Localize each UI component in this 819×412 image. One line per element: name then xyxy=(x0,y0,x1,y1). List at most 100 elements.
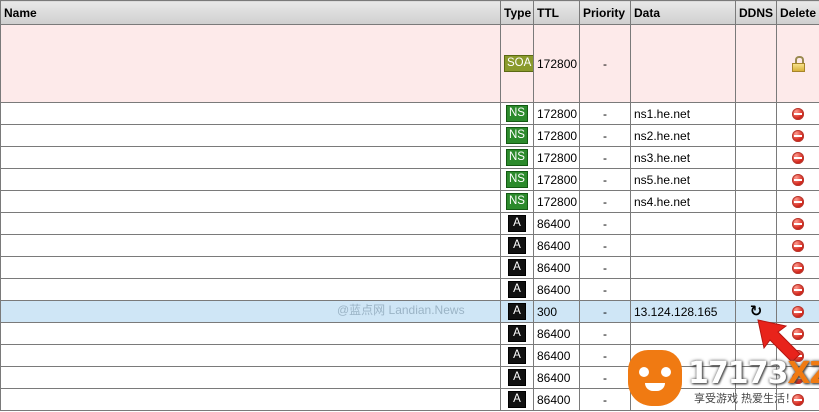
record-type-badge: A xyxy=(508,281,526,298)
record-type-badge: A xyxy=(508,391,526,408)
delete-icon[interactable] xyxy=(792,152,804,165)
logo-brand: 17173XZ xyxy=(688,356,819,391)
delete-icon[interactable] xyxy=(792,240,804,253)
record-data: ns2.he.net xyxy=(630,124,736,147)
record-name xyxy=(0,344,501,367)
record-type-badge: NS xyxy=(506,105,528,122)
lock-icon xyxy=(791,55,805,72)
record-type-badge: A xyxy=(508,215,526,232)
record-priority: - xyxy=(579,102,631,125)
record-ttl: 172800 xyxy=(533,124,580,147)
record-type-cell: A xyxy=(500,344,534,367)
record-priority: - xyxy=(579,278,631,301)
delete-icon[interactable] xyxy=(792,306,804,319)
record-priority: - xyxy=(579,234,631,257)
record-row[interactable]: NS 172800- ns1.he.net xyxy=(0,102,819,125)
record-name xyxy=(0,322,501,345)
record-data: ns5.he.net xyxy=(630,168,736,191)
record-ttl: 86400 xyxy=(533,344,580,367)
record-type-cell: A xyxy=(500,212,534,235)
delete-icon[interactable] xyxy=(792,218,804,231)
record-type-cell: NS xyxy=(500,168,534,191)
delete-icon[interactable] xyxy=(792,284,804,297)
record-ttl: 86400 xyxy=(533,388,580,411)
col-header-ddns[interactable]: DDNS xyxy=(735,0,777,25)
col-header-priority[interactable]: Priority xyxy=(579,0,631,25)
record-name xyxy=(0,190,501,213)
record-priority: - xyxy=(579,366,631,389)
record-type-badge: A xyxy=(508,303,526,320)
record-ttl: 172800 xyxy=(533,146,580,169)
record-name xyxy=(0,388,501,411)
record-type-cell: NS xyxy=(500,102,534,125)
record-ttl: 86400 xyxy=(533,256,580,279)
record-priority: - xyxy=(579,168,631,191)
record-row[interactable]: A 86400- xyxy=(0,212,819,235)
col-header-type[interactable]: Type xyxy=(500,0,534,25)
record-row[interactable]: NS 172800- ns3.he.net xyxy=(0,146,819,169)
record-name xyxy=(0,24,501,103)
soa-row[interactable]: SOA 172800 - xyxy=(0,24,819,103)
record-type-badge: A xyxy=(508,369,526,386)
record-name xyxy=(0,256,501,279)
record-row[interactable]: A 86400- xyxy=(0,234,819,257)
record-type-cell: A xyxy=(500,366,534,389)
record-ddns xyxy=(735,256,777,279)
record-type-cell: A xyxy=(500,256,534,279)
record-name xyxy=(0,124,501,147)
record-ttl: 86400 xyxy=(533,366,580,389)
record-data xyxy=(630,234,736,257)
col-header-ttl[interactable]: TTL xyxy=(533,0,580,25)
delete-icon[interactable] xyxy=(792,262,804,275)
record-type-cell: A xyxy=(500,300,534,323)
delete-icon[interactable] xyxy=(792,130,804,143)
record-ttl: 86400 xyxy=(533,212,580,235)
col-header-name[interactable]: Name xyxy=(0,0,501,25)
record-data: ns1.he.net xyxy=(630,102,736,125)
record-name xyxy=(0,146,501,169)
record-data xyxy=(630,24,736,103)
logo-slogan: 享受游戏 热爱生活！ xyxy=(694,393,797,405)
record-name xyxy=(0,102,501,125)
record-priority: - xyxy=(579,300,631,323)
record-priority: - xyxy=(579,344,631,367)
record-ttl: 86400 xyxy=(533,278,580,301)
record-priority: - xyxy=(579,24,631,103)
record-delete-cell xyxy=(776,234,819,257)
record-row[interactable]: NS 172800- ns2.he.net xyxy=(0,124,819,147)
record-type-badge: SOA xyxy=(504,55,533,72)
record-name xyxy=(0,278,501,301)
record-ttl: 86400 xyxy=(533,322,580,345)
record-type-cell: A xyxy=(500,234,534,257)
record-priority: - xyxy=(579,124,631,147)
record-data xyxy=(630,256,736,279)
record-row[interactable]: NS 172800- ns4.he.net xyxy=(0,190,819,213)
delete-icon[interactable] xyxy=(792,196,804,209)
record-row[interactable]: A 86400- xyxy=(0,256,819,279)
site-logo: 17173XZ 享受游戏 热爱生活！ xyxy=(628,346,819,412)
record-name xyxy=(0,168,501,191)
record-data: ns3.he.net xyxy=(630,146,736,169)
col-header-delete[interactable]: Delete xyxy=(776,0,819,25)
record-ttl: 300 xyxy=(533,300,580,323)
record-type-badge: NS xyxy=(506,193,528,210)
record-ddns xyxy=(735,212,777,235)
col-header-data[interactable]: Data xyxy=(630,0,736,25)
record-priority: - xyxy=(579,190,631,213)
delete-icon[interactable] xyxy=(792,174,804,187)
record-row[interactable]: A 86400- xyxy=(0,278,819,301)
record-name xyxy=(0,234,501,257)
refresh-icon[interactable]: ↻ xyxy=(750,304,763,319)
record-ddns xyxy=(735,24,777,103)
record-ddns xyxy=(735,146,777,169)
record-row[interactable]: A 86400- xyxy=(0,322,819,345)
record-priority: - xyxy=(579,388,631,411)
record-row[interactable]: NS 172800- ns5.he.net xyxy=(0,168,819,191)
record-ttl: 172800 xyxy=(533,190,580,213)
record-type-cell: A xyxy=(500,322,534,345)
delete-icon[interactable] xyxy=(792,108,804,121)
record-ttl: 86400 xyxy=(533,234,580,257)
record-data xyxy=(630,212,736,235)
record-name xyxy=(0,366,501,389)
record-type-badge: NS xyxy=(506,149,528,166)
